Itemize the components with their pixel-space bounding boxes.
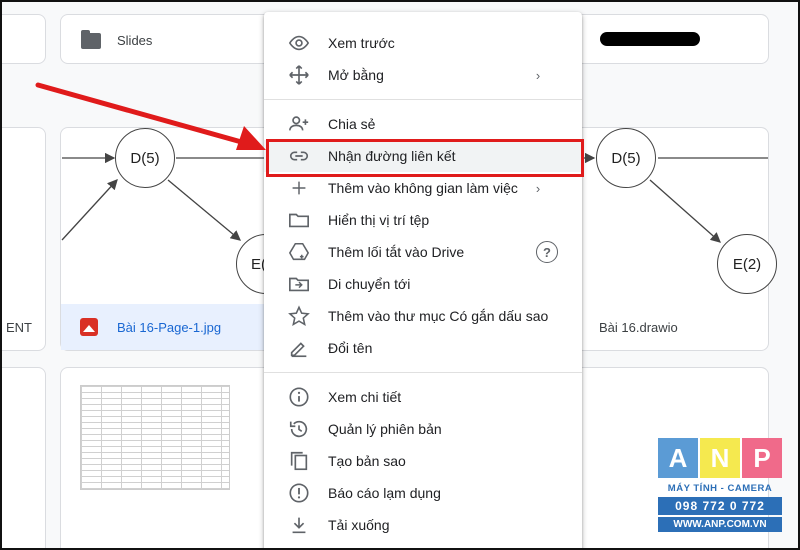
menu-item-view-details[interactable]: Xem chi tiết bbox=[264, 381, 582, 413]
file-card-left-partial[interactable] bbox=[0, 127, 46, 351]
menu-item-label: Tải xuống bbox=[328, 517, 390, 533]
chevron-right-icon: › bbox=[535, 180, 541, 196]
anp-logo: A N P bbox=[658, 438, 782, 478]
menu-item-get-link[interactable]: Nhận đường liên kết bbox=[264, 139, 584, 177]
context-menu: Xem trước Mở bằng › Chia sẻ Nhận đường l… bbox=[264, 12, 584, 550]
menu-separator bbox=[264, 99, 582, 100]
file-name-left-partial: ENT bbox=[6, 320, 32, 335]
help-icon[interactable]: ? bbox=[536, 241, 558, 263]
move-arrows-icon bbox=[288, 64, 310, 86]
menu-item-label: Di chuyển tới bbox=[328, 276, 411, 292]
menu-item-move-to[interactable]: Di chuyển tới bbox=[264, 268, 582, 300]
anp-website: WWW.ANP.COM.VN bbox=[658, 517, 782, 532]
menu-item-rename[interactable]: Đổi tên bbox=[264, 332, 582, 364]
spreadsheet-thumbnail bbox=[80, 385, 230, 490]
menu-item-label: Quản lý phiên bản bbox=[328, 421, 442, 437]
menu-item-manage-versions[interactable]: Quản lý phiên bản bbox=[264, 413, 582, 445]
background-left-card-top bbox=[0, 14, 46, 64]
anp-tagline: MÁY TÍNH - CAMERA bbox=[667, 483, 773, 494]
redacted-name bbox=[600, 32, 700, 46]
link-icon bbox=[288, 145, 310, 167]
menu-item-show-file-location[interactable]: Hiển thị vị trí tệp bbox=[264, 204, 582, 236]
menu-item-label: Chia sẻ bbox=[328, 116, 376, 132]
menu-item-share[interactable]: Chia sẻ bbox=[264, 108, 582, 140]
anp-letter-p: P bbox=[742, 438, 782, 478]
menu-item-label: Báo cáo lạm dụng bbox=[328, 485, 441, 501]
menu-item-label: Xem trước bbox=[328, 35, 395, 51]
diagram-node-d5-left: D(5) bbox=[115, 128, 175, 188]
diagram-node-e2-right: E(2) bbox=[717, 234, 777, 294]
menu-item-add-to-starred[interactable]: Thêm vào thư mục Có gắn dấu sao bbox=[264, 300, 582, 332]
menu-item-add-to-workspace[interactable]: Thêm vào không gian làm việc › bbox=[264, 172, 582, 204]
folder-name: Slides bbox=[117, 33, 153, 48]
file-name-selected: Bài 16-Page-1.jpg bbox=[117, 320, 222, 335]
image-file-icon bbox=[80, 318, 98, 336]
menu-item-label: Nhận đường liên kết bbox=[328, 148, 456, 164]
chevron-right-icon: › bbox=[535, 67, 541, 83]
menu-item-make-copy[interactable]: Tạo bản sao bbox=[264, 445, 582, 477]
anp-letter-n: N bbox=[700, 438, 740, 478]
anp-letter-a: A bbox=[658, 438, 698, 478]
download-icon bbox=[288, 514, 310, 536]
menu-item-label: Tạo bản sao bbox=[328, 453, 406, 469]
anp-phone: 098 772 0 772 bbox=[658, 497, 782, 515]
menu-item-open-with[interactable]: Mở bằng › bbox=[264, 59, 582, 91]
menu-item-label: Thêm lối tắt vào Drive bbox=[328, 244, 465, 260]
pencil-icon bbox=[288, 337, 310, 359]
person-add-icon bbox=[288, 113, 310, 135]
copy-icon bbox=[288, 450, 310, 472]
menu-item-label: Thêm vào thư mục Có gắn dấu sao bbox=[328, 308, 549, 324]
menu-item-label: Mở bằng bbox=[328, 67, 384, 83]
menu-item-label: Hiển thị vị trí tệp bbox=[328, 212, 430, 228]
file-name-drawio: Bài 16.drawio bbox=[599, 320, 678, 335]
anp-watermark: A N P MÁY TÍNH - CAMERA 098 772 0 772 WW… bbox=[658, 438, 782, 532]
diagram-node-d5-right: D(5) bbox=[596, 128, 656, 188]
folder-icon bbox=[81, 30, 101, 49]
folder-card-slides[interactable]: Slides bbox=[60, 14, 275, 64]
drive-shortcut-icon bbox=[288, 241, 310, 263]
folder-outline-icon bbox=[288, 209, 310, 231]
menu-separator bbox=[264, 372, 582, 373]
history-icon bbox=[288, 418, 310, 440]
menu-item-download[interactable]: Tải xuống bbox=[264, 509, 582, 541]
menu-item-label: Xem chi tiết bbox=[328, 389, 402, 405]
star-outline-icon bbox=[288, 305, 310, 327]
eye-icon bbox=[288, 32, 310, 54]
plus-icon bbox=[288, 177, 310, 199]
menu-item-label: Đổi tên bbox=[328, 340, 373, 356]
file-card-left-bottom[interactable] bbox=[0, 367, 46, 550]
menu-item-label: Thêm vào không gian làm việc bbox=[328, 180, 518, 196]
move-to-folder-icon bbox=[288, 273, 310, 295]
report-icon bbox=[288, 482, 310, 504]
info-icon bbox=[288, 386, 310, 408]
menu-item-preview[interactable]: Xem trước bbox=[264, 27, 582, 59]
menu-item-add-shortcut[interactable]: Thêm lối tắt vào Drive ? bbox=[264, 236, 582, 268]
menu-item-report-abuse[interactable]: Báo cáo lạm dụng bbox=[264, 477, 582, 509]
